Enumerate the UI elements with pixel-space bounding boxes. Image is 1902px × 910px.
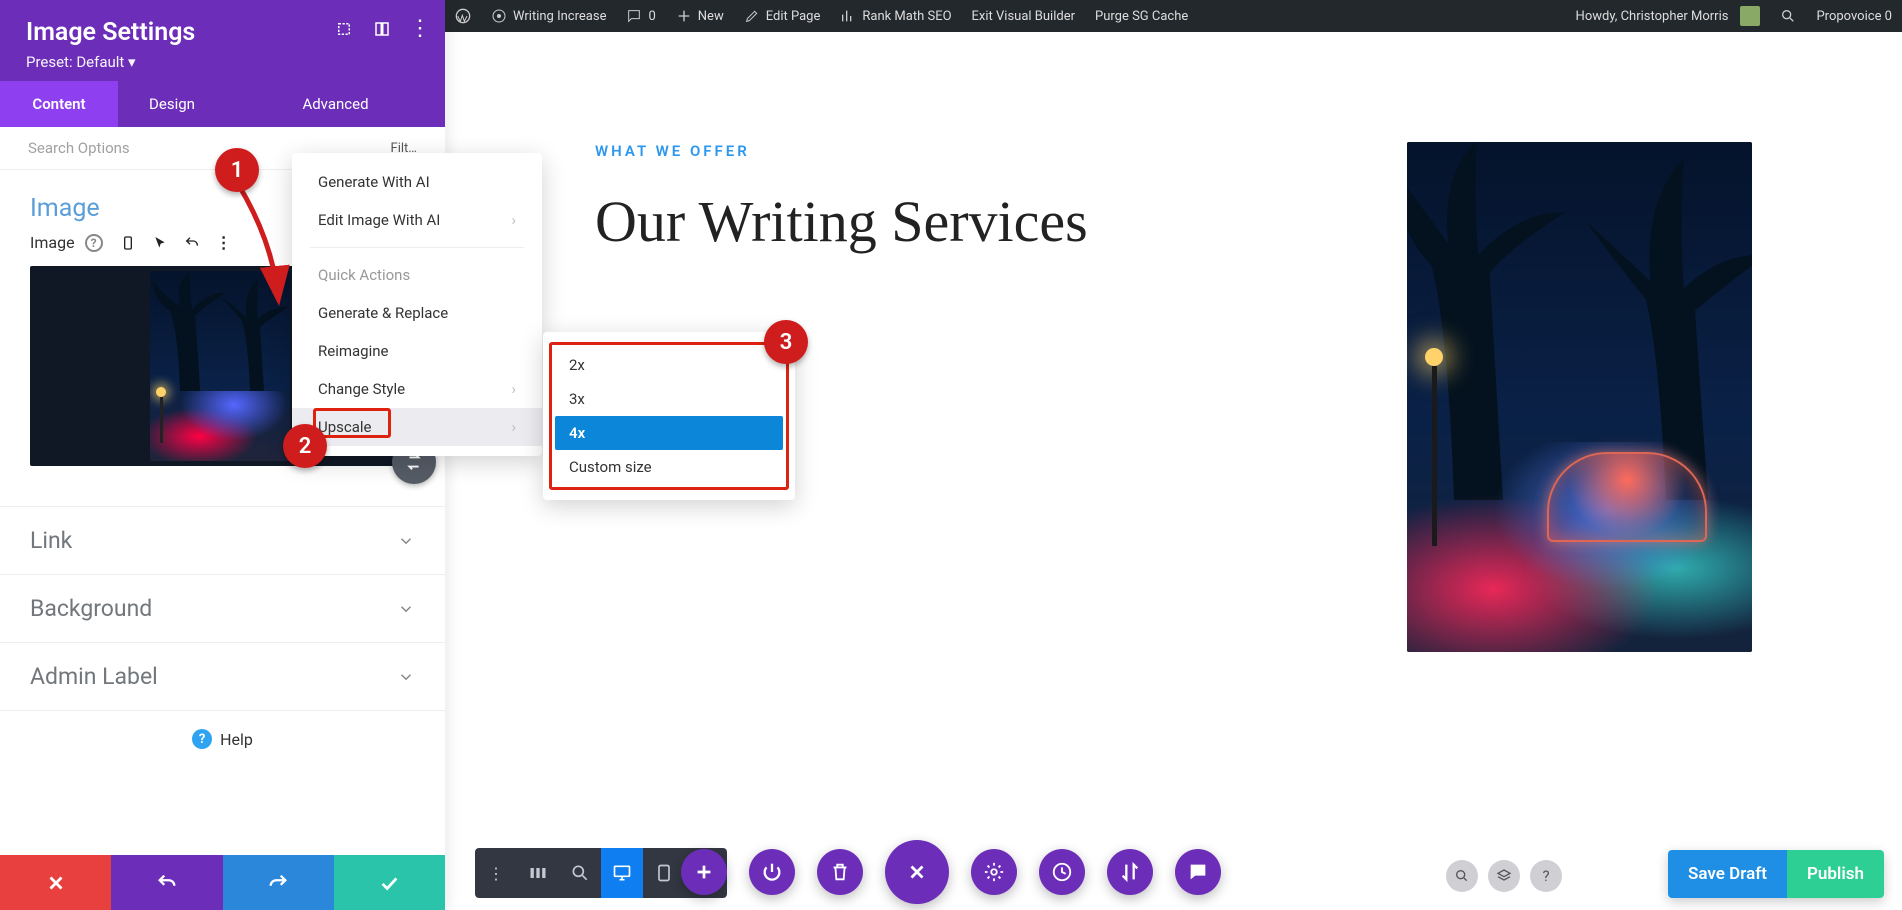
upscale-4x[interactable]: 4x xyxy=(555,416,783,450)
more-icon[interactable]: ⋮ xyxy=(409,18,431,40)
help-icon: ? xyxy=(192,729,212,749)
save-bar: Save Draft Publish xyxy=(1668,850,1884,898)
help-tooltip-icon[interactable]: ? xyxy=(85,234,103,252)
columns-icon[interactable] xyxy=(371,18,393,40)
accordion-admin-label[interactable]: Admin Label xyxy=(0,643,445,711)
section-heading: Our Writing Services xyxy=(595,188,1327,255)
sort-fab[interactable] xyxy=(1107,849,1153,895)
image-label-text: Image xyxy=(30,233,75,252)
menu-edit-ai[interactable]: Edit Image With AI› xyxy=(292,201,542,239)
expand-icon[interactable] xyxy=(333,18,355,40)
wireframe-icon[interactable] xyxy=(517,848,559,898)
purge-cache-link[interactable]: Purge SG Cache xyxy=(1085,0,1198,32)
upscale-submenu: 2x 3x 4x Custom size xyxy=(543,332,795,500)
ai-context-menu: Generate With AI Edit Image With AI› Qui… xyxy=(292,153,542,456)
zoom-icon[interactable] xyxy=(559,848,601,898)
upscale-3x[interactable]: 3x xyxy=(555,382,783,416)
menu-generate-ai[interactable]: Generate With AI xyxy=(292,163,542,201)
save-button[interactable] xyxy=(334,855,445,910)
tab-advanced[interactable]: Advanced xyxy=(226,81,445,127)
comments-link[interactable]: 0 xyxy=(616,0,665,32)
accordion-link[interactable]: Link xyxy=(0,507,445,575)
site-name[interactable]: Writing Increase xyxy=(481,0,616,32)
save-draft-button[interactable]: Save Draft xyxy=(1668,850,1787,898)
accordion-background[interactable]: Background xyxy=(0,575,445,643)
desktop-view-icon[interactable] xyxy=(601,848,643,898)
menu-quick-actions-label: Quick Actions xyxy=(292,256,542,294)
bar-more-icon[interactable]: ⋮ xyxy=(475,848,517,898)
upscale-2x[interactable]: 2x xyxy=(555,348,783,382)
section-kicker: WHAT WE OFFER xyxy=(595,142,1327,160)
accordion: Link Background Admin Label xyxy=(0,506,445,711)
exit-builder-link[interactable]: Exit Visual Builder xyxy=(962,0,1085,32)
annotation-callout-1: 1 xyxy=(215,148,259,192)
cursor-icon[interactable] xyxy=(151,234,169,252)
mini-layers-icon[interactable] xyxy=(1488,860,1520,892)
search-icon[interactable] xyxy=(1770,0,1806,32)
history-fab[interactable] xyxy=(1039,849,1085,895)
more-vert-icon[interactable]: ⋮ xyxy=(215,234,233,252)
rank-math-link[interactable]: Rank Math SEO xyxy=(830,0,961,32)
wp-logo[interactable] xyxy=(445,0,481,32)
mini-search-icon[interactable] xyxy=(1446,860,1478,892)
undo-button[interactable] xyxy=(111,855,222,910)
propovoice-link[interactable]: Propovoice 0 xyxy=(1806,0,1902,32)
new-link[interactable]: New xyxy=(666,0,734,32)
panel-tabs: Content Design Advanced xyxy=(0,81,445,127)
hero-image[interactable] xyxy=(1407,142,1752,652)
avatar xyxy=(1740,6,1760,26)
edit-page-link[interactable]: Edit Page xyxy=(734,0,831,32)
builder-fab-row xyxy=(681,840,1221,904)
help-link[interactable]: ?Help xyxy=(0,711,445,749)
wp-admin-bar: Writing Increase 0 New Edit Page Rank Ma… xyxy=(445,0,1902,32)
power-fab[interactable] xyxy=(749,849,795,895)
undo-icon[interactable] xyxy=(183,234,201,252)
mini-help-fabs: ? xyxy=(1446,860,1562,892)
panel-footer xyxy=(0,855,445,910)
redo-button[interactable] xyxy=(223,855,334,910)
cancel-button[interactable] xyxy=(0,855,111,910)
close-fab[interactable] xyxy=(885,840,949,904)
chevron-right-icon: › xyxy=(511,418,516,436)
howdy-user[interactable]: Howdy, Christopher Morris xyxy=(1566,0,1771,32)
trash-fab[interactable] xyxy=(817,849,863,895)
chevron-right-icon: › xyxy=(511,380,516,398)
menu-change-style[interactable]: Change Style› xyxy=(292,370,542,408)
menu-upscale[interactable]: Upscale› xyxy=(292,408,542,446)
publish-button[interactable]: Publish xyxy=(1787,850,1884,898)
tab-content[interactable]: Content xyxy=(0,81,118,127)
preset-dropdown[interactable]: Preset: Default ▾ xyxy=(26,53,419,71)
annotation-callout-2: 2 xyxy=(283,424,327,468)
menu-reimagine[interactable]: Reimagine xyxy=(292,332,542,370)
upscale-custom[interactable]: Custom size xyxy=(555,450,783,484)
annotation-arrow xyxy=(232,180,292,310)
tab-design[interactable]: Design xyxy=(118,81,226,127)
tablet-view-icon[interactable] xyxy=(643,848,685,898)
search-options-label[interactable]: Search Options xyxy=(28,139,130,157)
chevron-right-icon: › xyxy=(511,211,516,229)
settings-fab[interactable] xyxy=(971,849,1017,895)
chat-fab[interactable] xyxy=(1175,849,1221,895)
add-fab[interactable] xyxy=(681,849,727,895)
panel-header: Image Settings Preset: Default ▾ ⋮ xyxy=(0,0,445,81)
mini-help-icon[interactable]: ? xyxy=(1530,860,1562,892)
annotation-callout-3: 3 xyxy=(764,320,808,364)
device-icon[interactable] xyxy=(119,234,137,252)
menu-generate-replace[interactable]: Generate & Replace xyxy=(292,294,542,332)
